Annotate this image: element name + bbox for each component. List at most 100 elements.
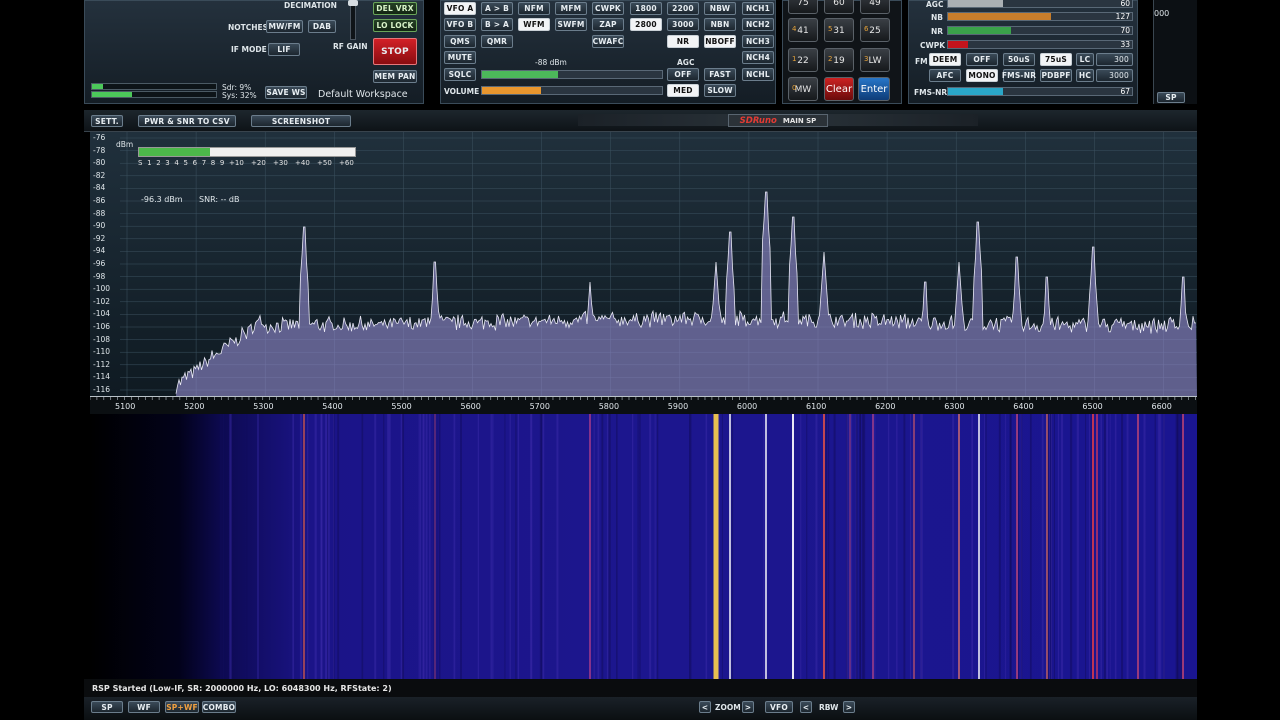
a-to-b-button[interactable]: A > B xyxy=(481,2,513,15)
agc-off-button[interactable]: OFF xyxy=(667,68,699,81)
if-mode-label: IF MODE xyxy=(231,45,267,54)
afc-button[interactable]: AFC xyxy=(929,69,961,82)
zoom-in-button[interactable]: > xyxy=(742,701,754,713)
cwpk-button[interactable]: CWPK xyxy=(592,2,624,15)
deem-50us-button[interactable]: 50uS xyxy=(1003,53,1035,66)
save-workspace-button[interactable]: SAVE WS xyxy=(265,86,307,99)
y-tick-label: -94 xyxy=(93,246,106,256)
frequency-axis[interactable]: 5100 5200 5300 5400 5500 5600 5700 5800 5900 6000… xyxy=(90,396,1197,414)
nb-bar[interactable]: 127 xyxy=(947,12,1133,21)
nr-button[interactable]: NR xyxy=(667,35,699,48)
window-title-text: MAIN SP xyxy=(782,116,817,125)
mem-pan-button[interactable]: MEM PAN xyxy=(373,70,417,83)
vfo-center-button[interactable]: VFO xyxy=(765,701,793,713)
keypad-3-band-lw[interactable]: 3 LW xyxy=(860,48,890,72)
lc-value-field[interactable]: 300 xyxy=(1096,53,1133,66)
keypad-6-band-25[interactable]: 6 25 xyxy=(860,18,890,42)
agc-fast-button[interactable]: FAST xyxy=(704,68,736,81)
lc-button[interactable]: LC xyxy=(1076,53,1094,66)
keypad-band-75[interactable]: 75 xyxy=(788,0,818,14)
keypad-0-band-mw[interactable]: 0 MW xyxy=(788,77,818,101)
signal-dbm-readout: -88 dBm xyxy=(535,58,567,67)
screenshot-button[interactable]: SCREENSHOT xyxy=(251,115,351,127)
zoom-out-button[interactable]: < xyxy=(699,701,711,713)
pdbpf-button[interactable]: PDBPF xyxy=(1040,69,1072,82)
nboff-button[interactable]: NBOFF xyxy=(704,35,736,48)
zap-button[interactable]: ZAP xyxy=(592,18,624,31)
waterfall-display[interactable] xyxy=(90,414,1197,679)
keypad-enter-button[interactable]: Enter xyxy=(858,77,890,101)
filter-3000-button[interactable]: 3000 xyxy=(667,18,699,31)
nbn-button[interactable]: NBN xyxy=(704,18,736,31)
keypad-band-60[interactable]: 60 xyxy=(824,0,854,14)
view-wf-button[interactable]: WF xyxy=(128,701,160,713)
cwpk-bar[interactable]: 33 xyxy=(947,40,1133,49)
fms-nr-button[interactable]: FMS-NR xyxy=(1002,69,1036,82)
squelch-slider[interactable] xyxy=(481,70,663,79)
nch4-button[interactable]: NCH4 xyxy=(742,51,774,64)
fms-nr-bar[interactable]: 67 xyxy=(947,87,1133,96)
nch2-button[interactable]: NCH2 xyxy=(742,18,774,31)
secondary-sp-tab[interactable]: SP xyxy=(1157,92,1185,103)
lo-lock-button[interactable]: LO LOCK xyxy=(373,19,417,32)
pwr-snr-csv-button[interactable]: PWR & SNR TO CSV xyxy=(138,115,236,127)
keypad-band-49[interactable]: 49 xyxy=(860,0,890,14)
agc-bar[interactable]: 60 xyxy=(947,0,1133,8)
cwafc-button[interactable]: CWAFC xyxy=(592,35,624,48)
rbw-decrease-button[interactable]: < xyxy=(800,701,812,713)
y-tick-label: -98 xyxy=(93,271,106,281)
del-vrx-button[interactable]: DEL VRX xyxy=(373,2,417,15)
volume-slider[interactable] xyxy=(481,86,663,95)
vfo-a-button[interactable]: VFO A xyxy=(444,2,476,15)
nchl-button[interactable]: NCHL xyxy=(742,68,774,81)
frequency-tick-label: 5900 xyxy=(667,402,689,411)
keypad-clear-button[interactable]: Clear xyxy=(824,77,854,101)
b-to-a-button[interactable]: B > A xyxy=(481,18,513,31)
qms-button[interactable]: QMS xyxy=(444,35,476,48)
sqlc-button[interactable]: SQLC xyxy=(444,68,476,81)
filter-2200-button[interactable]: 2200 xyxy=(667,2,699,15)
settings-button[interactable]: SETT. xyxy=(91,115,123,127)
view-combo-button[interactable]: COMBO xyxy=(202,701,236,713)
if-mode-lif-button[interactable]: LIF xyxy=(268,43,300,56)
view-sp-wf-button[interactable]: SP+WF xyxy=(165,701,199,713)
keypad-5-band-31[interactable]: 5 31 xyxy=(824,18,854,42)
stop-button[interactable]: STOP xyxy=(373,38,417,65)
agc-slow-button[interactable]: SLOW xyxy=(704,84,736,97)
agc-med-button[interactable]: MED xyxy=(667,84,699,97)
qmr-button[interactable]: QMR xyxy=(481,35,513,48)
y-tick-label: -102 xyxy=(93,296,111,306)
y-tick-label: -88 xyxy=(93,208,106,218)
spectrum-display[interactable]: -76 -78 -80 -82 -84 -86 -88 -90 -92 -94 -96 -98 -100… xyxy=(90,132,1197,396)
nch3-button[interactable]: NCH3 xyxy=(742,35,774,48)
deem-off-button[interactable]: OFF xyxy=(966,53,998,66)
mono-button[interactable]: MONO xyxy=(966,69,998,82)
keypad-2-band-19[interactable]: 2 19 xyxy=(824,48,854,72)
keypad-4-band-41[interactable]: 4 41 xyxy=(788,18,818,42)
nfm-button[interactable]: NFM xyxy=(518,2,550,15)
keypad-1-band-22[interactable]: 1 22 xyxy=(788,48,818,72)
nch1-button[interactable]: NCH1 xyxy=(742,2,774,15)
filter-2800-button[interactable]: 2800 xyxy=(630,18,662,31)
swfm-button[interactable]: SWFM xyxy=(555,18,587,31)
mw-fm-button[interactable]: MW/FM xyxy=(266,20,303,33)
deem-button[interactable]: DEEM xyxy=(929,53,961,66)
mfm-button[interactable]: MFM xyxy=(555,2,587,15)
frequency-tick-label: 5100 xyxy=(115,402,136,411)
hc-button[interactable]: HC xyxy=(1076,69,1094,82)
vfo-b-button[interactable]: VFO B xyxy=(444,18,476,31)
mute-button[interactable]: MUTE xyxy=(444,51,476,64)
dab-button[interactable]: DAB xyxy=(308,20,336,33)
filter-1800-button[interactable]: 1800 xyxy=(630,2,662,15)
decimation-slider-handle[interactable] xyxy=(348,0,358,6)
decimation-slider[interactable] xyxy=(350,0,356,40)
nr-bar[interactable]: 70 xyxy=(947,26,1133,35)
deem-75us-button[interactable]: 75uS xyxy=(1040,53,1072,66)
rbw-increase-button[interactable]: > xyxy=(843,701,855,713)
wfm-button[interactable]: WFM xyxy=(518,18,550,31)
view-sp-button[interactable]: SP xyxy=(91,701,123,713)
frequency-tick-label: 5500 xyxy=(391,402,412,411)
hc-value-field[interactable]: 3000 xyxy=(1096,69,1133,82)
nbw-button[interactable]: NBW xyxy=(704,2,736,15)
s-meter-tick-label: +40 xyxy=(295,159,310,167)
